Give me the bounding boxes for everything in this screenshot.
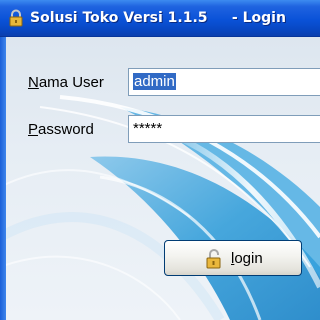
username-label: Nama User (28, 74, 104, 91)
username-input[interactable]: admin (128, 68, 320, 96)
unlocked-padlock-icon (205, 249, 223, 269)
login-panel: Nama User admin Password ***** login (0, 37, 320, 320)
window-title: Solusi Toko Versi 1.1.5 - Login (30, 10, 286, 26)
password-label: Password (28, 121, 94, 138)
login-window: Solusi Toko Versi 1.1.5 - Login Nama Use… (0, 0, 320, 320)
window-left-border (0, 37, 6, 320)
password-input[interactable]: ***** (128, 115, 320, 143)
login-button-label: login (231, 250, 263, 267)
login-button[interactable]: login (164, 240, 302, 276)
title-bar[interactable]: Solusi Toko Versi 1.1.5 - Login (0, 0, 320, 37)
username-value: admin (133, 73, 176, 90)
lock-icon (7, 9, 25, 27)
password-value: ***** (133, 120, 163, 137)
